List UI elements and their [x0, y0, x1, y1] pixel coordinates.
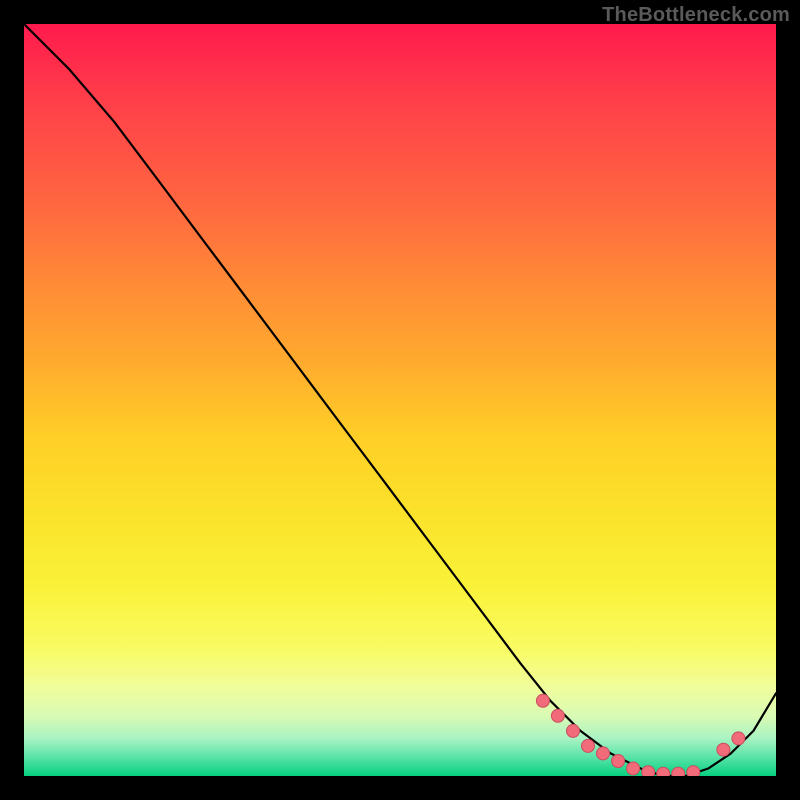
curve-marker — [582, 739, 595, 752]
plot-area — [24, 24, 776, 776]
bottleneck-curve — [24, 24, 776, 776]
curve-marker — [687, 766, 700, 776]
chart-svg — [24, 24, 776, 776]
curve-marker — [642, 766, 655, 776]
curve-marker — [567, 724, 580, 737]
curve-marker — [536, 694, 549, 707]
curve-marker — [627, 762, 640, 775]
curve-marker — [717, 743, 730, 756]
chart-stage: TheBottleneck.com — [0, 0, 800, 800]
curve-marker — [672, 767, 685, 776]
curve-marker — [612, 755, 625, 768]
curve-marker — [732, 732, 745, 745]
curve-marker — [597, 747, 610, 760]
curve-marker — [657, 767, 670, 776]
curve-marker — [551, 709, 564, 722]
